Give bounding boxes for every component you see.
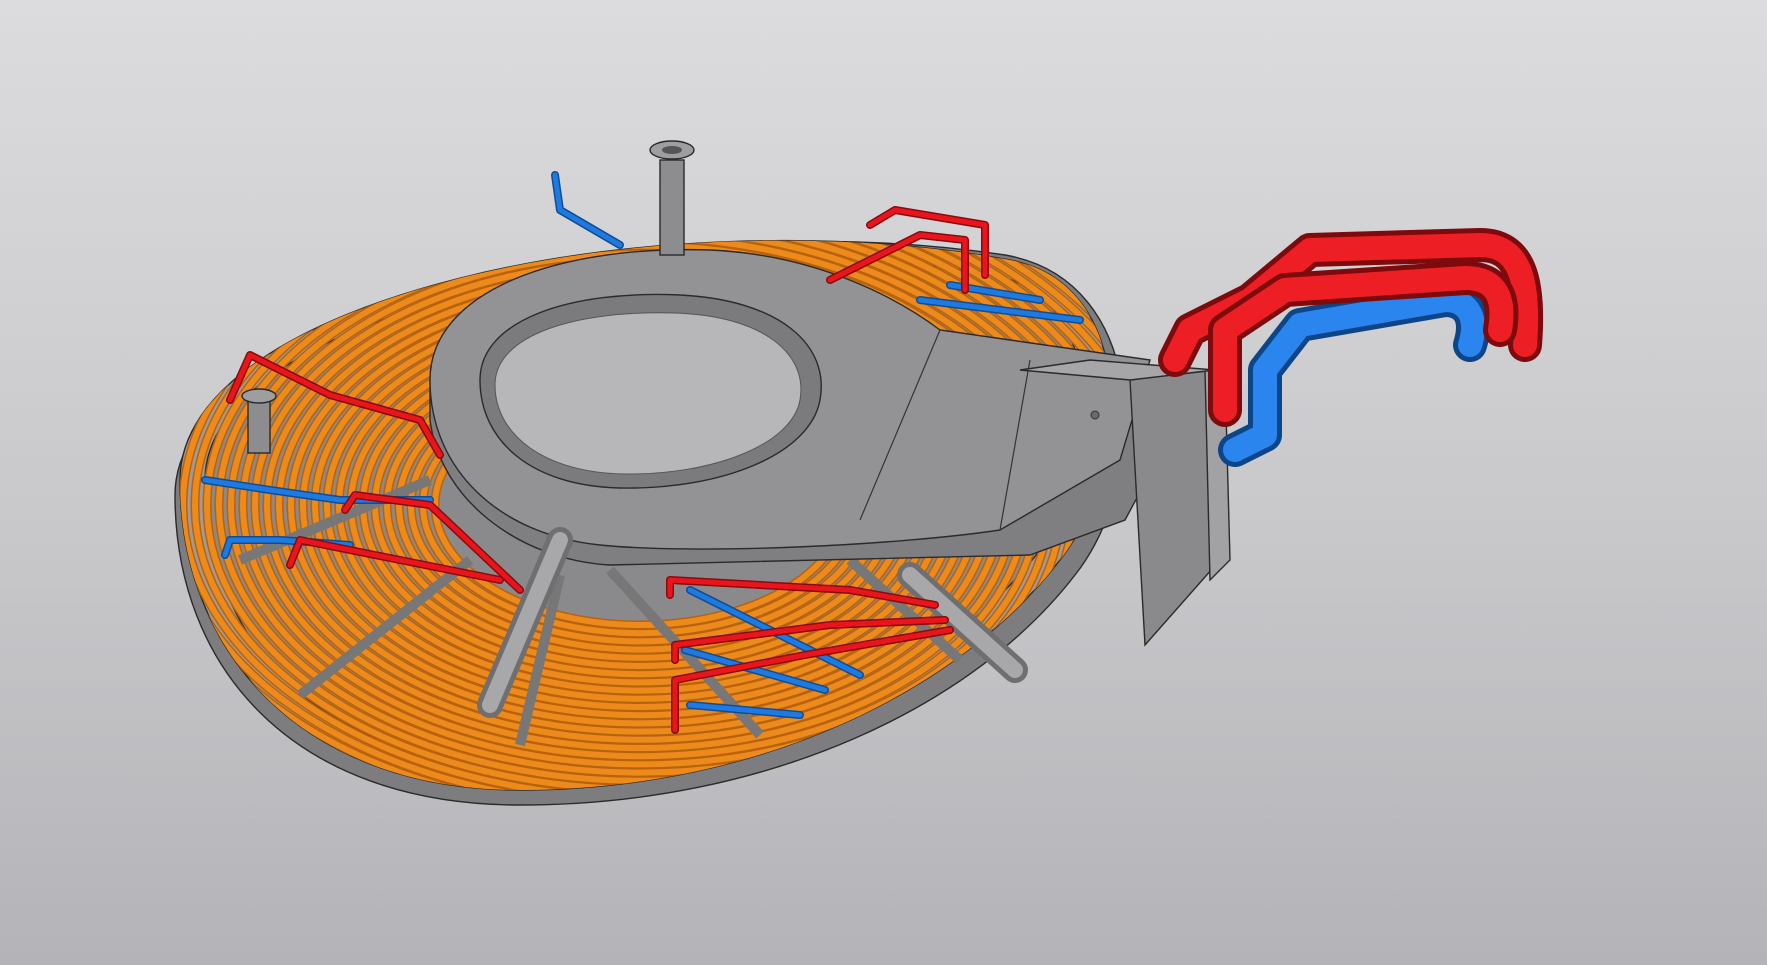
column-bore [662,146,682,154]
column-body [659,159,685,256]
top-column [649,140,695,256]
3d-model-view[interactable] [0,0,1767,965]
cold-bus-pipe [1223,288,1485,462]
cad-viewport[interactable] [0,0,1767,965]
yoke-bolt [1090,410,1100,420]
nozzle-flange [241,388,277,404]
nozzle-body [247,397,271,454]
external-bus-pipes [1158,228,1544,467]
